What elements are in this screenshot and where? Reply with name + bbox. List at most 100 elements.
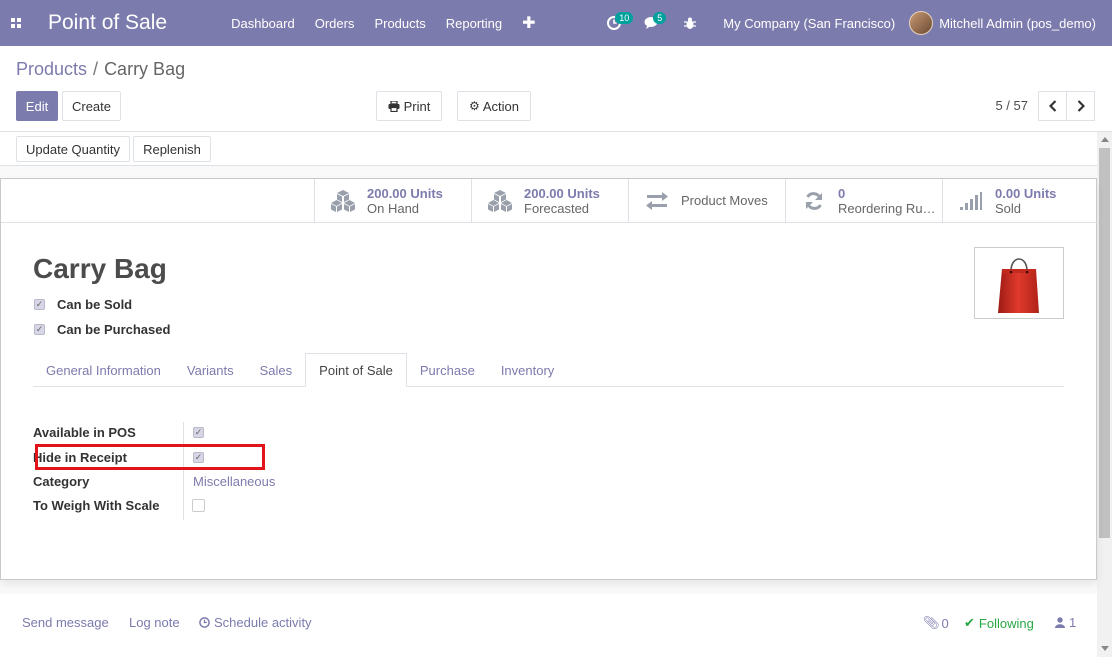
schedule-activity-button[interactable]: Schedule activity <box>199 615 312 630</box>
attachments-button[interactable]: 📎︎ 0 <box>923 615 949 631</box>
print-button[interactable]: Print <box>376 91 442 121</box>
main-menu: Dashboard Orders Products Reporting ✚ <box>221 13 545 33</box>
cubes-icon <box>486 189 514 213</box>
followers-button[interactable]: 1 <box>1055 615 1076 630</box>
category-link[interactable]: Miscellaneous <box>193 474 275 489</box>
notebook-tabs: General Information Variants Sales Point… <box>33 353 1064 387</box>
bug-icon[interactable] <box>671 0 709 46</box>
available-in-pos-row: Available in POS ✓ <box>33 420 204 444</box>
available-in-pos-checkbox[interactable]: ✓ <box>193 426 204 438</box>
create-button[interactable]: Create <box>62 91 121 121</box>
scrollbar[interactable] <box>1097 132 1112 657</box>
scroll-up-icon[interactable] <box>1101 137 1109 142</box>
user-icon <box>1055 617 1065 628</box>
followers-count: 1 <box>1069 615 1077 630</box>
can-be-purchased-row: ✓ Can be Purchased <box>34 322 170 337</box>
scroll-down-icon[interactable] <box>1101 646 1109 651</box>
tab-general-information[interactable]: General Information <box>33 353 174 387</box>
reordering-label: Reordering Ru… <box>838 200 936 216</box>
log-note-button[interactable]: Log note <box>129 615 180 630</box>
company-switcher[interactable]: My Company (San Francisco) <box>709 16 909 31</box>
plus-icon[interactable]: ✚ <box>512 13 545 33</box>
breadcrumb-products[interactable]: Products <box>16 59 87 79</box>
sold-button[interactable]: 0.00 Units Sold <box>942 179 1099 222</box>
menu-dashboard[interactable]: Dashboard <box>221 16 305 31</box>
can-be-sold-row: ✓ Can be Sold <box>34 297 132 312</box>
category-row: Category Miscellaneous <box>33 469 275 493</box>
action-button[interactable]: ⚙ Action <box>457 91 531 121</box>
action-label: Action <box>482 98 519 114</box>
tab-inventory[interactable]: Inventory <box>488 353 567 387</box>
scroll-thumb[interactable] <box>1099 148 1110 538</box>
print-label: Print <box>403 98 431 114</box>
forecasted-value: 200.00 Units <box>524 185 600 201</box>
menu-reporting[interactable]: Reporting <box>436 16 512 31</box>
forecasted-label: Forecasted <box>524 200 590 216</box>
refresh-icon <box>800 189 828 213</box>
product-image[interactable] <box>974 247 1064 319</box>
form-sheet: 200.00 Units On Hand 200.00 Units Forecast… <box>0 178 1099 580</box>
can-be-sold-label: Can be Sold <box>57 297 133 312</box>
paperclip-icon: 📎︎ <box>923 615 940 630</box>
category-label: Category <box>33 473 90 489</box>
to-weigh-label: To Weigh With Scale <box>33 497 160 513</box>
menu-products[interactable]: Products <box>364 16 435 31</box>
messages-icon[interactable]: 5 <box>633 0 671 46</box>
pager-value[interactable]: 5 / 57 <box>995 98 1028 113</box>
activity-badge: 10 <box>615 12 634 24</box>
top-navbar: Point of Sale Dashboard Orders Products … <box>0 0 1112 46</box>
cubes-icon <box>329 189 357 213</box>
on-hand-label: On Hand <box>367 200 420 216</box>
following-button[interactable]: ✔ Following <box>964 615 1034 631</box>
breadcrumb: Products / Carry Bag <box>16 59 186 79</box>
schedule-activity-label: Schedule activity <box>214 615 312 630</box>
pager-previous-button[interactable] <box>1038 91 1067 121</box>
status-bar: Update Quantity Replenish <box>0 132 1112 166</box>
can-be-purchased-checkbox[interactable]: ✓ <box>34 324 45 335</box>
menu-orders[interactable]: Orders <box>305 16 365 31</box>
available-in-pos-label: Available in POS <box>33 424 136 440</box>
pager-next-button[interactable] <box>1066 91 1095 121</box>
app-title[interactable]: Point of Sale <box>48 11 167 35</box>
to-weigh-row: To Weigh With Scale <box>33 493 205 517</box>
on-hand-button[interactable]: 200.00 Units On Hand <box>314 179 471 222</box>
exchange-icon <box>643 189 671 213</box>
product-moves-button[interactable]: Product Moves <box>628 179 785 222</box>
shopping-bag-image <box>998 258 1039 313</box>
smart-buttons: 200.00 Units On Hand 200.00 Units Forecast… <box>314 179 1099 223</box>
edit-button[interactable]: Edit <box>16 91 58 121</box>
following-label: Following <box>978 615 1034 631</box>
can-be-sold-checkbox[interactable]: ✓ <box>34 299 45 310</box>
tab-purchase[interactable]: Purchase <box>407 353 488 387</box>
product-name: Carry Bag <box>33 253 167 284</box>
user-name: Mitchell Admin (pos_demo) <box>939 15 1096 31</box>
tab-variants[interactable]: Variants <box>174 353 247 387</box>
control-panel: Products / Carry Bag Edit Create Print ⚙ A… <box>0 46 1112 132</box>
forecasted-button[interactable]: 200.00 Units Forecasted <box>471 179 628 222</box>
tab-sales[interactable]: Sales <box>247 353 306 387</box>
replenish-button[interactable]: Replenish <box>133 136 211 162</box>
sold-label: Sold <box>995 200 1022 216</box>
reordering-rules-button[interactable]: 0 Reordering Ru… <box>785 179 942 222</box>
signal-icon <box>957 189 985 213</box>
send-message-button[interactable]: Send message <box>22 615 109 630</box>
chevron-right-icon <box>1077 100 1085 112</box>
attachments-count: 0 <box>941 615 949 631</box>
sold-value: 0.00 Units <box>995 185 1057 201</box>
activity-clock-icon[interactable]: 10 <box>595 0 634 46</box>
update-quantity-button[interactable]: Update Quantity <box>16 136 130 162</box>
avatar <box>909 11 934 35</box>
reordering-value: 0 <box>838 185 846 201</box>
chevron-left-icon <box>1048 100 1056 112</box>
tab-point-of-sale[interactable]: Point of Sale <box>305 353 407 387</box>
on-hand-value: 200.00 Units <box>367 185 443 201</box>
apps-menu-icon[interactable] <box>0 0 32 46</box>
print-icon <box>388 100 400 112</box>
to-weigh-checkbox[interactable] <box>192 498 205 512</box>
messages-badge: 5 <box>653 12 667 24</box>
breadcrumb-current: Carry Bag <box>104 59 186 79</box>
user-menu[interactable]: Mitchell Admin (pos_demo) <box>909 11 1112 35</box>
highlight-box <box>35 444 265 470</box>
gear-icon: ⚙ <box>469 99 480 113</box>
can-be-purchased-label: Can be Purchased <box>57 322 171 337</box>
